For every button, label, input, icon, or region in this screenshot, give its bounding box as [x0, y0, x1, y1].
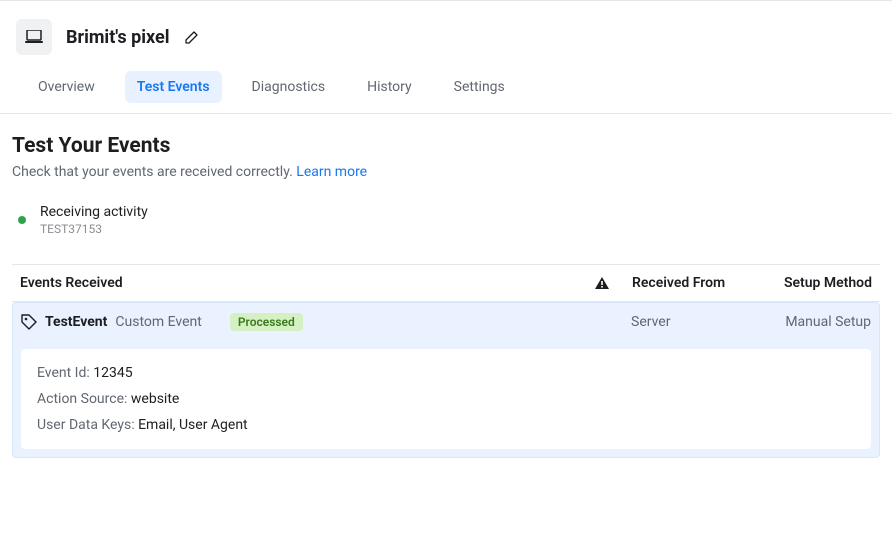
tab-bar: Overview Test Events Diagnostics History… — [10, 71, 882, 113]
tab-settings[interactable]: Settings — [442, 71, 517, 103]
section-title: Test Your Events — [12, 134, 880, 158]
tag-icon — [21, 314, 37, 330]
section-desc-text: Check that your events are received corr… — [12, 164, 296, 180]
th-events-received: Events Received — [20, 275, 572, 291]
warning-triangle-icon — [595, 277, 609, 289]
tab-overview[interactable]: Overview — [26, 71, 107, 103]
event-status-badge: Processed — [230, 313, 303, 331]
detail-event-id: Event Id: 12345 — [37, 365, 855, 381]
detail-user-data-keys: User Data Keys: Email, User Agent — [37, 417, 855, 433]
tab-test-events[interactable]: Test Events — [125, 71, 222, 103]
status-test-id: TEST37153 — [40, 222, 148, 236]
detail-event-id-value: 12345 — [93, 365, 132, 381]
th-warning — [572, 277, 632, 289]
th-received-from: Received From — [632, 275, 772, 291]
detail-event-id-label: Event Id: — [37, 365, 93, 381]
status-row: Receiving activity TEST37153 — [12, 204, 880, 236]
pixel-title: Brimit's pixel — [66, 27, 170, 48]
status-indicator-dot — [18, 216, 26, 224]
edit-icon[interactable] — [184, 29, 200, 45]
table-header: Events Received Received From Setup Meth… — [12, 264, 880, 302]
event-name: TestEvent — [45, 314, 107, 330]
section-description: Check that your events are received corr… — [12, 164, 880, 180]
event-setup-method: Manual Setup — [771, 314, 871, 330]
detail-user-data-keys-label: User Data Keys: — [37, 417, 138, 433]
th-setup-method: Setup Method — [772, 275, 872, 291]
event-row[interactable]: TestEvent Custom Event Processed Server … — [12, 302, 880, 458]
learn-more-link[interactable]: Learn more — [296, 164, 367, 180]
detail-action-source: Action Source: website — [37, 391, 855, 407]
detail-user-data-keys-value: Email, User Agent — [138, 417, 248, 433]
detail-action-source-value: website — [131, 391, 179, 407]
event-details-panel: Event Id: 12345 Action Source: website U… — [21, 349, 871, 449]
status-label: Receiving activity — [40, 204, 148, 220]
tab-history[interactable]: History — [355, 71, 424, 103]
detail-action-source-label: Action Source: — [37, 391, 131, 407]
tab-diagnostics[interactable]: Diagnostics — [240, 71, 338, 103]
event-received-from: Server — [631, 314, 771, 330]
pixel-icon-box — [16, 19, 52, 55]
event-type: Custom Event — [115, 314, 201, 330]
laptop-icon — [25, 30, 43, 44]
